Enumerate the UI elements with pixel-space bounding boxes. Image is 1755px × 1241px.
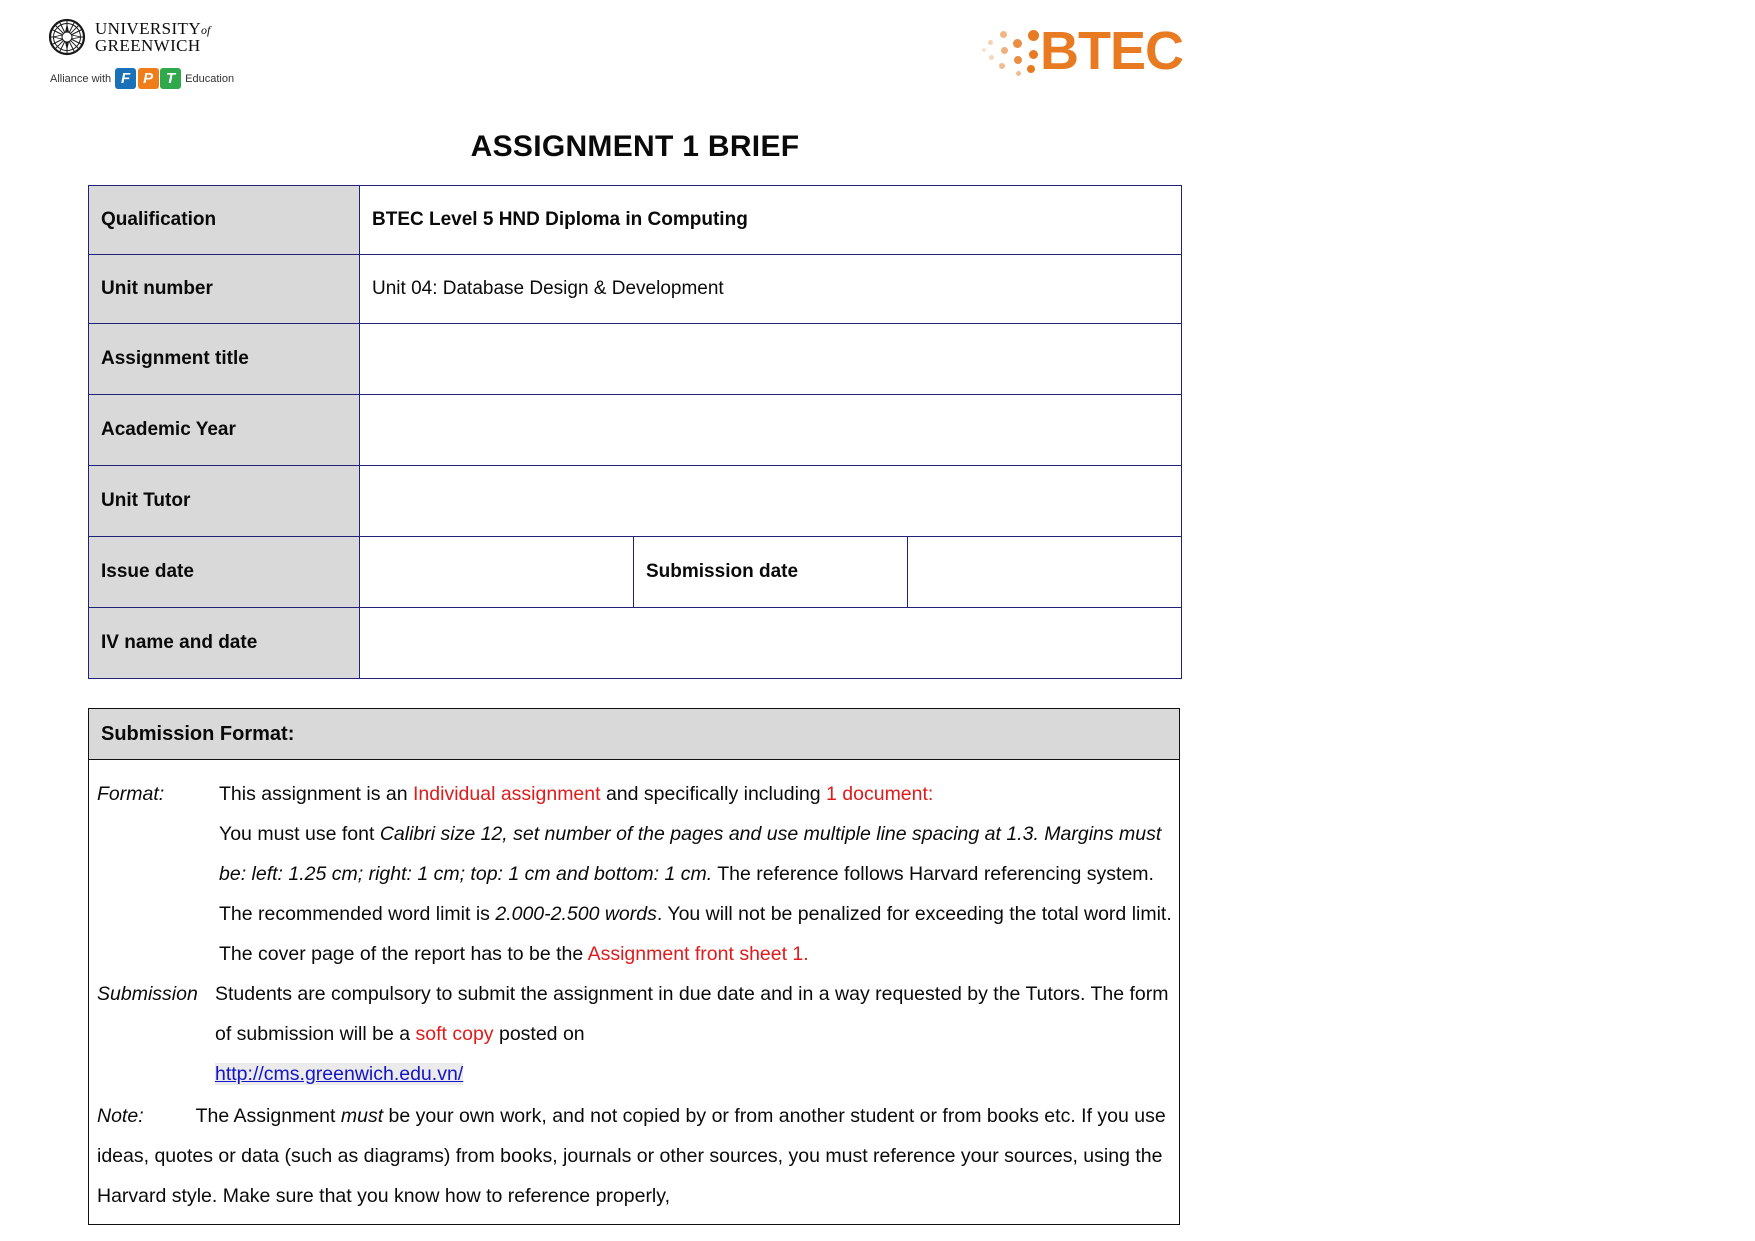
format-italic-wordcount: 2.000-2.500 words [495, 903, 657, 925]
label-unit-tutor: Unit Tutor [88, 465, 360, 537]
note-italic-must: must [340, 1105, 384, 1127]
submission-text-1: Students are compulsory to submit the as… [215, 983, 1169, 1045]
table-row-iv-name-and-date: IV name and date [88, 607, 1182, 679]
uog-of-text: of [201, 23, 211, 37]
value-qualification[interactable]: BTEC Level 5 HND Diploma in Computing [359, 185, 1182, 255]
value-issue-date[interactable] [359, 536, 634, 608]
label-assignment-title: Assignment title [88, 323, 360, 395]
table-row-unit-number: Unit number Unit 04: Database Design & D… [88, 254, 1182, 324]
label-academic-year: Academic Year [88, 394, 360, 466]
submission-text-2: posted on [493, 1023, 585, 1045]
submission-text: Students are compulsory to submit the as… [215, 974, 1177, 1094]
uog-wordmark: UNIVERSITYof GREENWICH [95, 20, 210, 54]
submission-format-table: Submission Format: Format: This assignme… [88, 708, 1180, 1225]
submission-label: Submission [97, 983, 198, 1005]
uog-logo-row: UNIVERSITYof GREENWICH [48, 18, 308, 56]
format-label: Format: [97, 783, 165, 805]
format-text-3: You must use font [219, 823, 380, 845]
label-submission-date: Submission date [633, 536, 908, 608]
table-row-academic-year: Academic Year [88, 394, 1182, 466]
fpt-f-mark: F [115, 68, 137, 89]
format-highlight-individual: Individual assignment [413, 783, 601, 805]
fpt-letter-marks: F P T [115, 68, 182, 89]
alliance-prefix-label: Alliance with [50, 72, 112, 85]
submission-format-heading-row: Submission Format: [88, 708, 1180, 760]
format-text: This assignment is an Individual assignm… [219, 774, 1177, 974]
label-iv-name-and-date: IV name and date [88, 607, 360, 679]
submission-highlight-soft-copy: soft copy [415, 1023, 494, 1045]
label-issue-date: Issue date [88, 536, 360, 608]
fpt-alliance-logo: Alliance with F P T Education [50, 68, 308, 89]
note-label: Note: [97, 1105, 144, 1127]
submission-format-heading: Submission Format: [88, 708, 1180, 760]
uog-line-1: UNIVERSITYof [95, 20, 210, 37]
format-paragraph: Format: This assignment is an Individual… [95, 774, 1177, 974]
submission-paragraph: Submission Students are compulsory to su… [95, 974, 1177, 1094]
note-text-1: The Assignment [195, 1105, 341, 1127]
value-academic-year[interactable] [359, 394, 1182, 466]
value-unit-number[interactable]: Unit 04: Database Design & Development [359, 254, 1182, 324]
cms-greenwich-link[interactable]: http://cms.greenwich.edu.vn/ [215, 1063, 464, 1085]
uog-line-2: GREENWICH [95, 36, 201, 55]
btec-wordmark: BTEC [1040, 21, 1184, 81]
fpt-p-mark: P [137, 68, 159, 89]
value-submission-date[interactable] [907, 536, 1182, 608]
submission-format-body: Format: This assignment is an Individual… [88, 759, 1180, 1225]
format-highlight-front-sheet: Assignment front sheet 1. [587, 943, 809, 965]
format-highlight-document: 1 document: [826, 783, 934, 805]
btec-dot-cluster-icon [982, 22, 1044, 80]
format-text-1: This assignment is an [219, 783, 414, 805]
label-unit-number: Unit number [88, 254, 360, 324]
format-text-2: and specifically including [600, 783, 827, 805]
label-qualification: Qualification [88, 185, 360, 255]
value-assignment-title[interactable] [359, 323, 1182, 395]
table-row-assignment-title: Assignment title [88, 323, 1182, 395]
university-of-greenwich-logo: UNIVERSITYof GREENWICH Alliance with F P… [48, 18, 308, 89]
table-row-issue-date: Issue date Submission date [88, 536, 1182, 608]
compass-rose-icon [48, 18, 86, 56]
value-iv-name-and-date[interactable] [359, 607, 1182, 679]
note-paragraph: Note: The Assignment must be your own wor… [95, 1096, 1177, 1216]
document-page: UNIVERSITYof GREENWICH Alliance with F P… [0, 0, 1755, 1241]
table-row-unit-tutor: Unit Tutor [88, 465, 1182, 537]
value-unit-tutor[interactable] [359, 465, 1182, 537]
assignment-info-table: Qualification BTEC Level 5 HND Diploma i… [88, 185, 1182, 679]
fpt-t-mark: T [160, 68, 182, 89]
submission-format-body-row: Format: This assignment is an Individual… [88, 759, 1180, 1225]
alliance-suffix-label: Education [185, 72, 235, 85]
page-title: ASSIGNMENT 1 BRIEF [470, 130, 800, 163]
document-header: UNIVERSITYof GREENWICH Alliance with F P… [0, 0, 1755, 118]
table-row-qualification: Qualification BTEC Level 5 HND Diploma i… [88, 185, 1182, 255]
btec-logo: BTEC [982, 20, 1184, 82]
